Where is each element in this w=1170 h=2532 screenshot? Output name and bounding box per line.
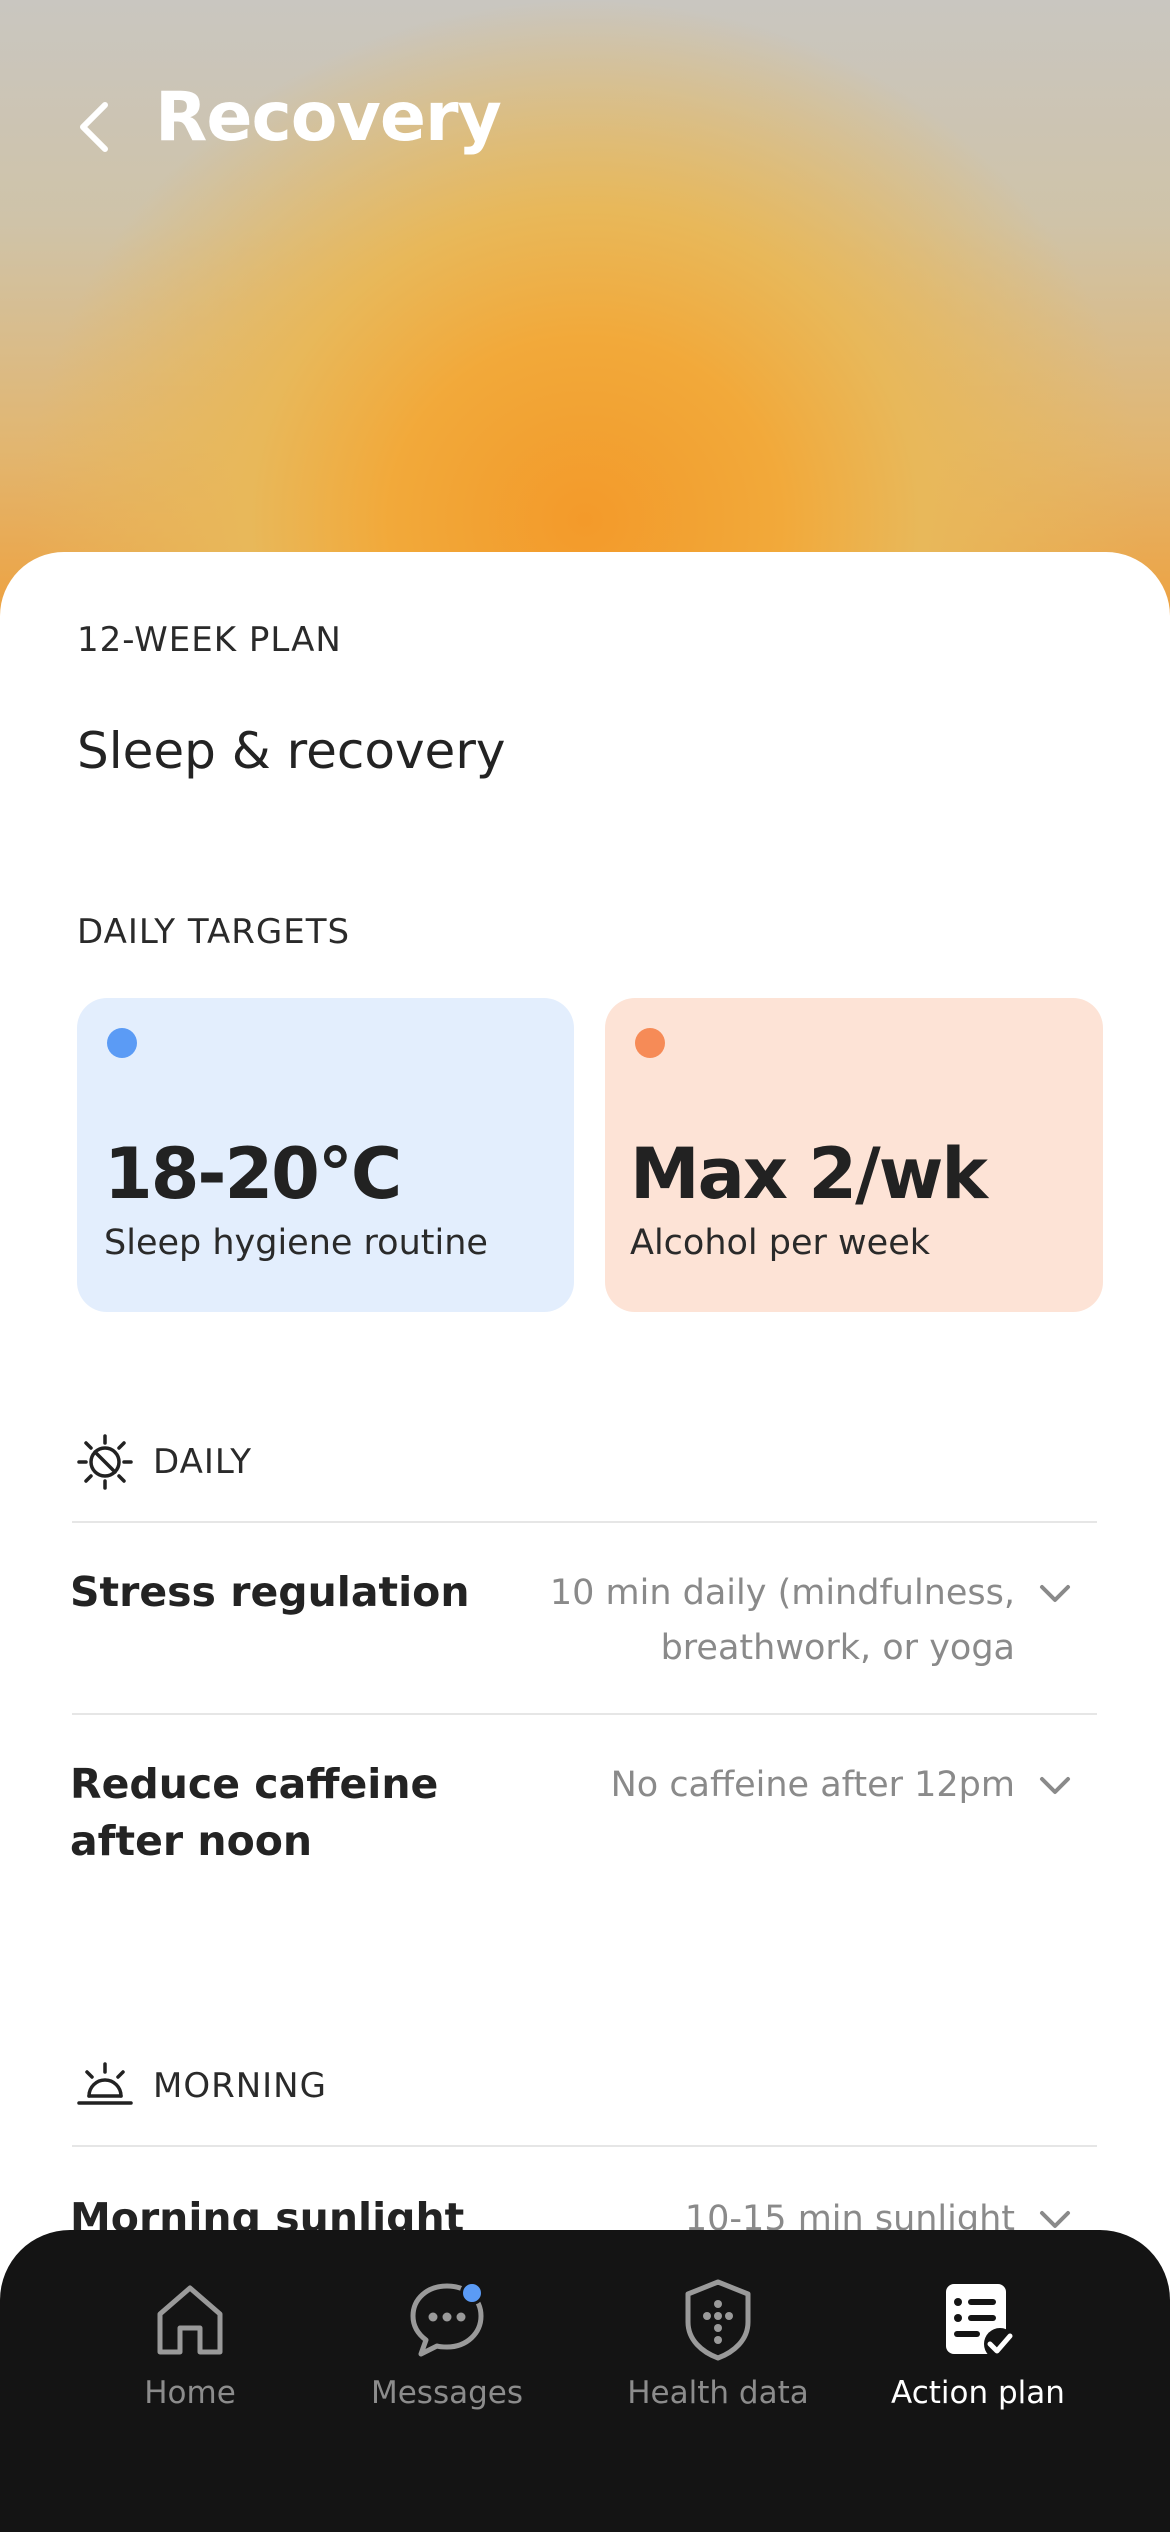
chevron-down-icon: [1040, 2211, 1070, 2228]
status-dot: [107, 1028, 137, 1058]
row-title-caffeine: Reduce caffeine after noon: [70, 1760, 439, 1865]
target-label: Alcohol per week: [630, 1223, 930, 1263]
nav-item-health-data[interactable]: Health data: [598, 2275, 838, 2411]
nav-item-action-plan[interactable]: Action plan: [858, 2275, 1098, 2411]
target-value: 18-20°C: [104, 1133, 402, 1215]
chevron-down-icon: [1040, 1777, 1070, 1794]
row-detail-caffeine: No caffeine after 12pm: [610, 1765, 1015, 1805]
target-label: Sleep hygiene routine: [104, 1223, 488, 1263]
nav-item-messages[interactable]: Messages: [327, 2275, 567, 2411]
section-label: DAILY: [153, 1442, 253, 1482]
target-card-alcohol[interactable]: Max 2/wk Alcohol per week: [605, 998, 1103, 1312]
nav-label: Health data: [627, 2375, 809, 2411]
nav-label: Messages: [370, 2375, 524, 2411]
plan-overline: 12-WEEK PLAN: [77, 620, 342, 660]
plan-title: Sleep & recovery: [77, 722, 506, 780]
nav-label: Home: [144, 2375, 236, 2411]
row-detail-stress: 10 min daily (mindfulness, breathwork, o…: [549, 1573, 1015, 1668]
target-card-temperature[interactable]: 18-20°C Sleep hygiene routine: [77, 998, 574, 1312]
row-title-stress: Stress regulation: [70, 1568, 470, 1616]
nav-label: Action plan: [891, 2375, 1065, 2411]
home-icon: [145, 2275, 235, 2365]
divider: [72, 2145, 1097, 2147]
section-header-morning: MORNING: [75, 2056, 327, 2116]
expand-caffeine-button[interactable]: [1035, 1766, 1075, 1806]
sun-clock-icon: [77, 1434, 133, 1490]
chevron-left-icon: [80, 102, 108, 152]
daily-targets-overline: DAILY TARGETS: [77, 912, 351, 952]
target-value: Max 2/wk: [630, 1133, 988, 1215]
chevron-down-icon: [1040, 1585, 1070, 1602]
action-plan-icon: [933, 2275, 1023, 2365]
unread-badge: [460, 2281, 484, 2305]
status-dot: [635, 1028, 665, 1058]
bottom-navigation: Home Messages Health data Action plan: [0, 2230, 1170, 2532]
health-data-icon: [673, 2275, 763, 2365]
page-title: Recovery: [155, 78, 502, 157]
sunrise-icon: [77, 2062, 133, 2105]
section-label: MORNING: [153, 2066, 327, 2106]
nav-item-home[interactable]: Home: [70, 2275, 310, 2411]
divider: [72, 1521, 1097, 1523]
expand-stress-button[interactable]: [1035, 1574, 1075, 1614]
section-header-daily: DAILY: [75, 1432, 252, 1492]
back-button[interactable]: [70, 92, 120, 162]
divider: [72, 1713, 1097, 1715]
messages-icon: [402, 2275, 492, 2365]
